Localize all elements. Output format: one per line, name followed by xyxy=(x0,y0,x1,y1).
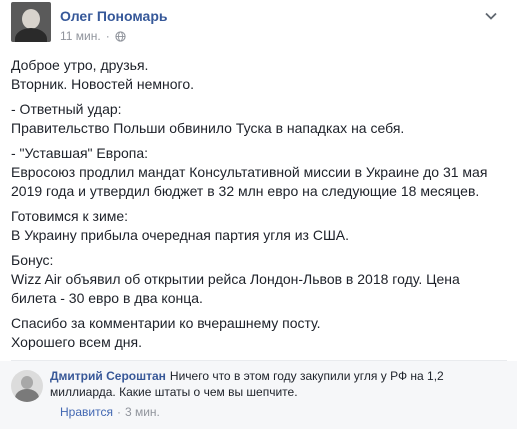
post-line: билета - 30 евро в два конца. xyxy=(11,290,203,306)
post-line: Хорошего всем дня. xyxy=(11,334,142,350)
post-meta: 11 мин. · xyxy=(60,29,126,43)
commenter-avatar[interactable] xyxy=(11,370,43,402)
post-paragraph: Готовимся к зиме: В Украину прибыла очер… xyxy=(11,207,511,245)
post-time[interactable]: 11 мин. xyxy=(60,29,101,43)
post-paragraph: Спасибо за комментарии ко вчерашнему пос… xyxy=(11,314,511,352)
post-line: Бонус: xyxy=(11,252,54,268)
post-line: - Ответный удар: xyxy=(11,101,122,117)
comment-text: Ничего что в этом году закупили угля у Р… xyxy=(169,369,444,383)
comment-time[interactable]: 3 мин. xyxy=(125,405,160,419)
comment-actions-separator: · xyxy=(116,405,121,419)
post-paragraph: Доброе утро, друзья. Вторник. Новостей н… xyxy=(11,56,511,94)
author-name[interactable]: Олег Пономарь xyxy=(60,8,167,24)
comment-text-continued: миллиарда. Какие штаты о чем вы шепчите. xyxy=(50,385,298,399)
post-line: Спасибо за комментарии ко вчерашнему пос… xyxy=(11,315,321,331)
chevron-down-icon[interactable] xyxy=(484,9,498,23)
post-line: Доброе утро, друзья. xyxy=(11,57,149,73)
post-paragraph: Бонус: Wizz Air объявил об открытии рейс… xyxy=(11,251,511,308)
post-line: Евросоюз продлил мандат Консультативной … xyxy=(11,164,488,180)
post-paragraph: - "Уставшая" Европа: Евросоюз продлил ма… xyxy=(11,144,511,201)
commenter-avatar-body xyxy=(15,389,39,402)
meta-separator: · xyxy=(105,29,110,43)
facebook-post: Олег Пономарь 11 мин. · Доброе утро, дру… xyxy=(0,0,517,429)
post-line: 2019 года и утвердил бюджет в 32 млн евр… xyxy=(11,183,480,199)
avatar-body xyxy=(15,28,47,42)
commenter-avatar-head xyxy=(21,376,33,389)
post-line: Wizz Air объявил об открытии рейса Лондо… xyxy=(11,271,460,287)
post-line: Готовимся к зиме: xyxy=(11,208,129,224)
globe-icon[interactable] xyxy=(115,30,126,42)
post-body: Доброе утро, друзья. Вторник. Новостей н… xyxy=(11,56,511,358)
comment-bubble: Дмитрий Сероштан Ничего что в этом году з… xyxy=(50,368,490,400)
commenter-name[interactable]: Дмитрий Сероштан xyxy=(50,369,166,383)
post-line: В Украину прибыла очередная партия угля … xyxy=(11,227,350,243)
comment-line: Дмитрий Сероштан Ничего что в этом году з… xyxy=(50,368,490,384)
post-paragraph: - Ответный удар: Правительство Польши об… xyxy=(11,100,511,138)
avatar-head xyxy=(22,9,40,29)
post-line: Правительство Польши обвинило Туска в на… xyxy=(11,120,405,136)
post-line: - "Уставшая" Европа: xyxy=(11,145,149,161)
comment-actions: Нравится · 3 мин. xyxy=(60,405,160,419)
post-line: Вторник. Новостей немного. xyxy=(11,76,195,92)
author-avatar[interactable] xyxy=(11,2,51,42)
comment-like-button[interactable]: Нравится xyxy=(60,405,113,419)
